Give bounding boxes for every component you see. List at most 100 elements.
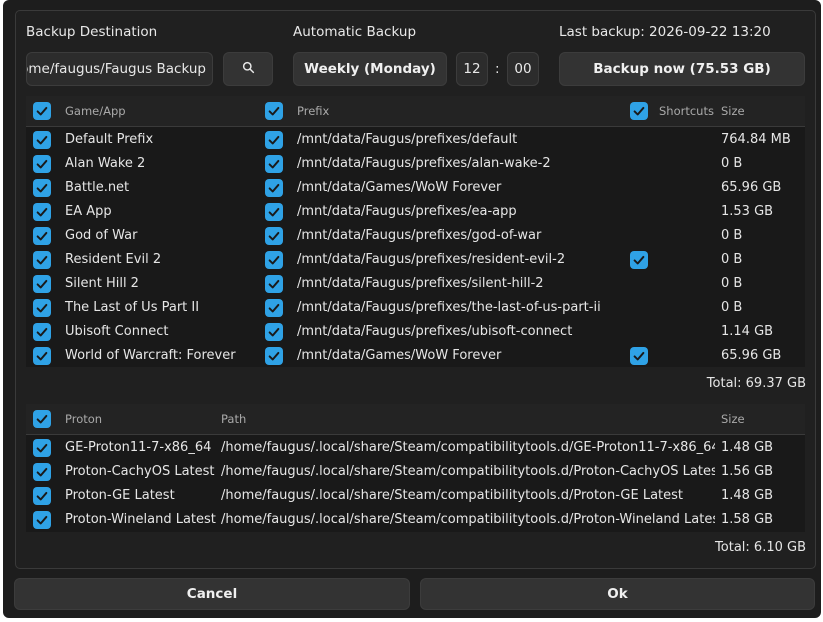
- game-name: The Last of Us Part II: [65, 300, 200, 315]
- prefix-path: /mnt/data/Faugus/prefixes/silent-hill-2: [297, 276, 544, 291]
- table-row[interactable]: Resident Evil 2/mnt/data/Faugus/prefixes…: [26, 248, 805, 272]
- time-separator: :: [495, 61, 500, 77]
- table-row[interactable]: EA App/mnt/data/Faugus/prefixes/ea-app 1.…: [26, 200, 805, 224]
- table-row[interactable]: GE-Proton11-7-x86_64/home/faugus/.local/…: [26, 436, 805, 460]
- prefix-checkbox[interactable]: [265, 275, 283, 293]
- check-icon: [268, 279, 280, 289]
- prefix-checkbox[interactable]: [265, 323, 283, 341]
- table-row[interactable]: Battle.net/mnt/data/Games/WoW Forever 65.…: [26, 176, 805, 200]
- check-icon: [36, 467, 48, 477]
- prefix-checkbox[interactable]: [265, 131, 283, 149]
- prefix-checkbox[interactable]: [265, 299, 283, 317]
- check-icon: [36, 414, 48, 424]
- minute-spinner[interactable]: 00: [507, 52, 539, 86]
- game-checkbox[interactable]: [33, 347, 51, 365]
- prefix-size: 0 B: [721, 300, 743, 315]
- table-row[interactable]: Proton-CachyOS Latest/home/faugus/.local…: [26, 460, 805, 484]
- select-all-prefixes-checkbox[interactable]: [265, 102, 283, 120]
- check-icon: [268, 106, 280, 116]
- proton-table-header: Proton Path Size: [26, 404, 805, 435]
- check-icon: [36, 515, 48, 525]
- column-game-app[interactable]: Game/App: [65, 104, 126, 118]
- prefix-path: /mnt/data/Faugus/prefixes/the-last-of-us…: [297, 300, 601, 315]
- check-icon: [36, 207, 48, 217]
- proton-name: Proton-GE Latest: [65, 488, 175, 503]
- prefix-checkbox[interactable]: [265, 179, 283, 197]
- table-row[interactable]: Proton-Wineland Latest/home/faugus/.loca…: [26, 508, 805, 532]
- table-row[interactable]: Proton-GE Latest/home/faugus/.local/shar…: [26, 484, 805, 508]
- select-all-shortcuts-checkbox[interactable]: [630, 102, 648, 120]
- prefix-checkbox[interactable]: [265, 203, 283, 221]
- prefix-size: 1.14 GB: [721, 324, 774, 339]
- check-icon: [633, 106, 645, 116]
- proton-size: 1.48 GB: [721, 488, 774, 503]
- hour-spinner[interactable]: 12: [456, 52, 488, 86]
- prefix-path: /mnt/data/Faugus/prefixes/god-of-war: [297, 228, 542, 243]
- game-checkbox[interactable]: [33, 179, 51, 197]
- prefix-size: 764.84 MB: [721, 132, 791, 147]
- game-checkbox[interactable]: [33, 323, 51, 341]
- game-checkbox[interactable]: [33, 131, 51, 149]
- proton-checkbox[interactable]: [33, 511, 51, 529]
- check-icon: [633, 351, 645, 361]
- table-row[interactable]: The Last of Us Part II/mnt/data/Faugus/p…: [26, 296, 805, 320]
- check-icon: [268, 327, 280, 337]
- column-prefix[interactable]: Prefix: [297, 104, 329, 118]
- proton-size: 1.48 GB: [721, 440, 774, 455]
- table-row[interactable]: Default Prefix/mnt/data/Faugus/prefixes/…: [26, 128, 805, 152]
- prefix-path: /mnt/data/Faugus/prefixes/alan-wake-2: [297, 156, 551, 171]
- prefix-path: /mnt/data/Faugus/prefixes/ea-app: [297, 204, 517, 219]
- proton-path: /home/faugus/.local/share/Steam/compatib…: [221, 464, 715, 479]
- game-checkbox[interactable]: [33, 155, 51, 173]
- browse-destination-button[interactable]: [223, 52, 273, 86]
- prefix-size: 0 B: [721, 156, 743, 171]
- proton-size: 1.58 GB: [721, 512, 774, 527]
- shortcut-checkbox[interactable]: [630, 347, 648, 365]
- proton-checkbox[interactable]: [33, 439, 51, 457]
- backup-now-button[interactable]: Backup now (75.53 GB): [559, 52, 805, 86]
- proton-checkbox[interactable]: [33, 487, 51, 505]
- proton-path: /home/faugus/.local/share/Steam/compatib…: [221, 488, 684, 503]
- table-row[interactable]: Ubisoft Connect/mnt/data/Faugus/prefixes…: [26, 320, 805, 344]
- check-icon: [36, 351, 48, 361]
- prefix-table-header: Game/App Prefix Shortcuts Size: [26, 96, 805, 127]
- prefix-checkbox[interactable]: [265, 251, 283, 269]
- game-name: EA App: [65, 204, 112, 219]
- table-row[interactable]: Alan Wake 2/mnt/data/Faugus/prefixes/ala…: [26, 152, 805, 176]
- destination-value: /home/faugus/Faugus Backup: [26, 61, 206, 77]
- column-path[interactable]: Path: [221, 412, 246, 426]
- game-checkbox[interactable]: [33, 299, 51, 317]
- ok-button[interactable]: Ok: [420, 578, 815, 610]
- game-name: Resident Evil 2: [65, 252, 162, 267]
- check-icon: [36, 443, 48, 453]
- check-icon: [268, 255, 280, 265]
- column-shortcuts[interactable]: Shortcuts: [659, 104, 714, 118]
- proton-total: Total: 6.10 GB: [715, 540, 806, 555]
- table-row[interactable]: God of War/mnt/data/Faugus/prefixes/god-…: [26, 224, 805, 248]
- table-row[interactable]: Silent Hill 2/mnt/data/Faugus/prefixes/s…: [26, 272, 805, 296]
- select-all-games-checkbox[interactable]: [33, 102, 51, 120]
- select-all-proton-checkbox[interactable]: [33, 410, 51, 428]
- prefix-checkbox[interactable]: [265, 347, 283, 365]
- backup-panel: Backup Destination Automatic Backup Last…: [15, 10, 816, 569]
- game-checkbox[interactable]: [33, 227, 51, 245]
- prefix-checkbox[interactable]: [265, 227, 283, 245]
- check-icon: [268, 207, 280, 217]
- frequency-select[interactable]: Weekly (Monday): [293, 52, 447, 86]
- game-checkbox[interactable]: [33, 275, 51, 293]
- table-row[interactable]: World of Warcraft: Forever/mnt/data/Game…: [26, 344, 805, 368]
- prefix-total: Total: 69.37 GB: [706, 376, 806, 391]
- column-size[interactable]: Size: [721, 104, 745, 118]
- destination-input[interactable]: /home/faugus/Faugus Backup: [26, 52, 213, 86]
- game-checkbox[interactable]: [33, 251, 51, 269]
- column-proton[interactable]: Proton: [65, 412, 102, 426]
- prefix-path: /mnt/data/Games/WoW Forever: [297, 348, 502, 363]
- prefix-checkbox[interactable]: [265, 155, 283, 173]
- prefix-path: /mnt/data/Games/WoW Forever: [297, 180, 502, 195]
- cancel-button[interactable]: Cancel: [14, 578, 410, 610]
- proton-name: GE-Proton11-7-x86_64: [65, 440, 212, 455]
- game-checkbox[interactable]: [33, 203, 51, 221]
- proton-checkbox[interactable]: [33, 463, 51, 481]
- shortcut-checkbox[interactable]: [630, 251, 648, 269]
- column-proton-size[interactable]: Size: [721, 412, 745, 426]
